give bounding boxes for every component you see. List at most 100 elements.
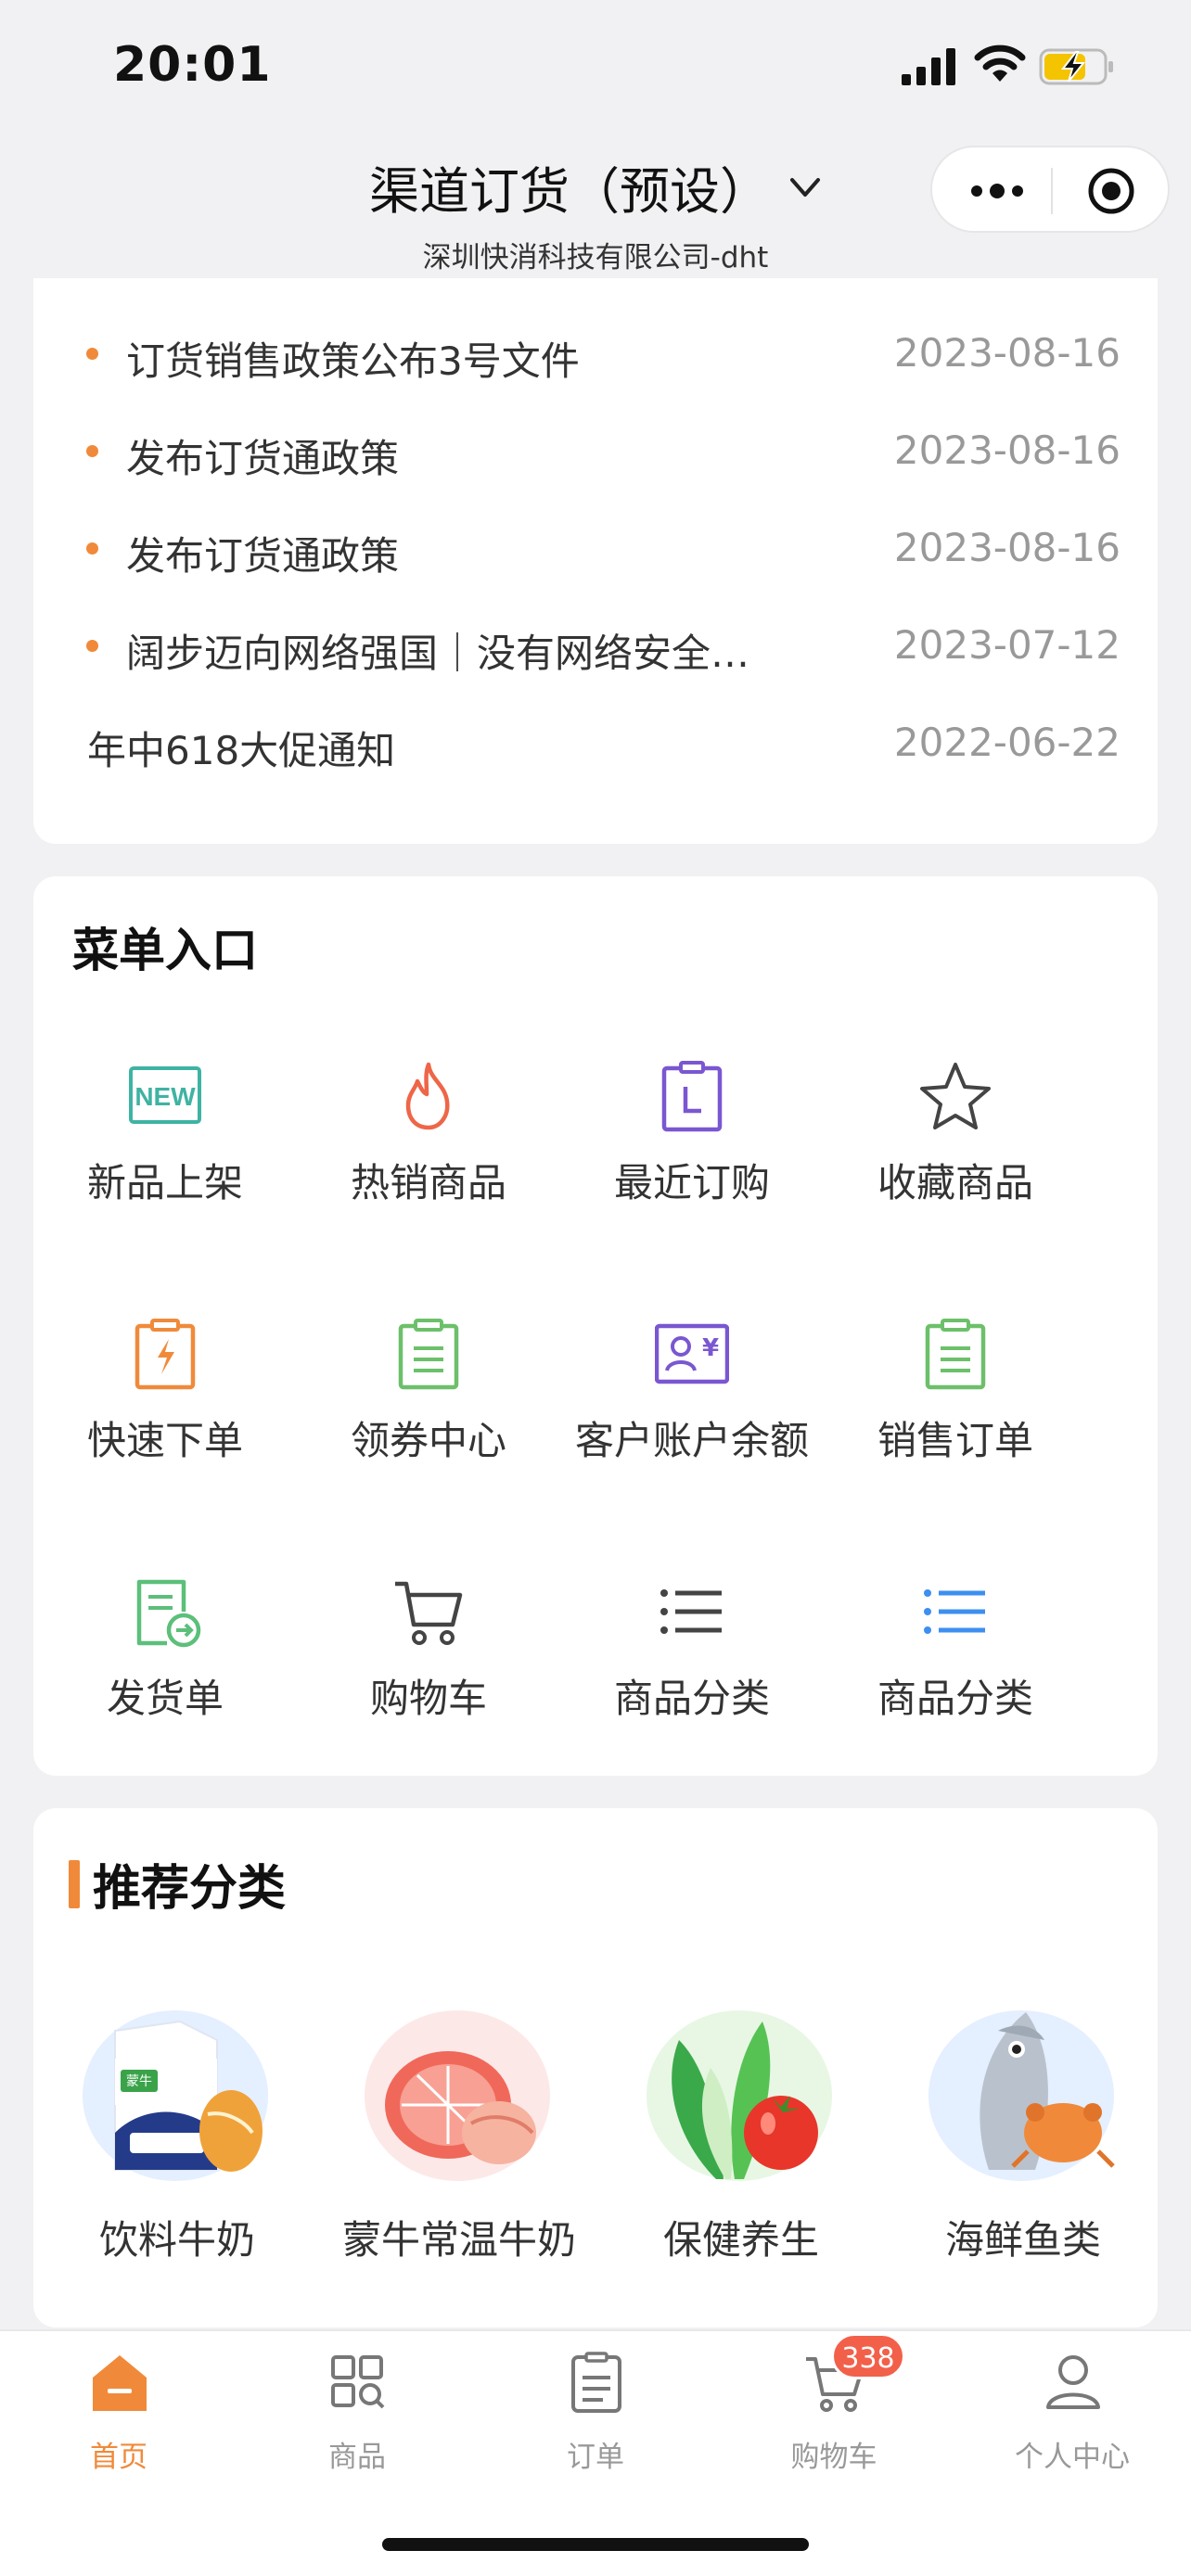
wifi-icon: [974, 45, 1026, 82]
app-screen: 20:01 渠道订货（预设） 深圳快消科技有限公司-dht 订货销售政策公布3号…: [0, 0, 1191, 2576]
status-time: 20:01: [113, 37, 272, 93]
star-icon: [920, 1063, 991, 1129]
menu-item-label: 热销商品: [350, 1160, 506, 1205]
menu-item-category-2[interactable]: 商品分类: [824, 1575, 1087, 1760]
grid-search-icon: [331, 2355, 385, 2409]
menu-item-label: 商品分类: [877, 1676, 1033, 1721]
news-title: 年中618大促通知: [87, 728, 396, 773]
svg-text:NEW: NEW: [134, 1082, 196, 1111]
news-item[interactable]: 订货销售政策公布3号文件 2023-08-16: [33, 325, 1158, 384]
header-subtitle: 深圳快消科技有限公司-dht: [422, 241, 769, 274]
recent-order-icon: [661, 1061, 723, 1132]
vegetable-tomato-image: [647, 2010, 832, 2181]
menu-item-label: 收藏商品: [877, 1160, 1033, 1205]
tab-products[interactable]: 商品: [238, 2331, 476, 2498]
news-item[interactable]: 阔步迈向网络强国｜没有网络安全… 2023-07-12: [33, 617, 1158, 676]
account-balance-icon: ¥: [655, 1323, 729, 1384]
menu-item-cart[interactable]: 购物车: [297, 1575, 560, 1760]
tab-orders[interactable]: 订单: [477, 2331, 714, 2498]
more-icon[interactable]: [969, 177, 1025, 205]
tab-label: 购物车: [790, 2441, 877, 2474]
menu-section-title: 菜单入口: [72, 924, 258, 977]
menu-item-label: 客户账户余额: [574, 1418, 809, 1463]
menu-item-label: 购物车: [369, 1676, 487, 1721]
menu-item-label: 快速下单: [86, 1418, 243, 1463]
bullet-dot: [86, 640, 98, 652]
header-title-text: 渠道订货（预设）: [369, 162, 770, 221]
news-date: 2023-08-16: [893, 525, 1121, 570]
delivery-note-icon: [136, 1579, 201, 1648]
category-label: 蒙牛常温牛奶: [341, 2217, 576, 2263]
home-icon: [93, 2355, 147, 2411]
grapefruit-image: [365, 2010, 550, 2181]
recommend-section-title: 推荐分类: [93, 1861, 287, 1917]
news-date: 2023-08-16: [893, 330, 1121, 376]
fish-crab-image: [928, 2010, 1115, 2181]
menu-item-recent-orders[interactable]: 最近订购: [560, 1059, 824, 1244]
quick-order-icon: [134, 1319, 196, 1390]
news-date: 2023-08-16: [893, 427, 1121, 473]
menu-item-delivery-note[interactable]: 发货单: [33, 1575, 297, 1760]
user-icon: [1046, 2355, 1100, 2409]
menu-item-category[interactable]: 商品分类: [560, 1575, 824, 1760]
cart-count-badge: 338: [831, 2333, 905, 2379]
category-label: 海鲜鱼类: [944, 2217, 1101, 2263]
menu-item-label: 领券中心: [350, 1418, 506, 1463]
menu-item-hot-products[interactable]: 热销商品: [297, 1059, 560, 1244]
bullet-dot: [86, 348, 98, 360]
news-date: 2022-06-22: [893, 720, 1121, 765]
menu-entry-card: 菜单入口 NEW 新品上架 热销商品 最近订购 收藏商品 快速下单 领券中心 ¥…: [33, 876, 1158, 1776]
flame-icon: [405, 1062, 450, 1130]
menu-item-quick-order[interactable]: 快速下单: [33, 1317, 297, 1502]
bullet-dot: [86, 445, 98, 457]
menu-item-sales-orders[interactable]: 销售订单: [824, 1317, 1087, 1502]
news-date: 2023-07-12: [893, 622, 1121, 668]
news-title: 发布订货通政策: [126, 533, 400, 579]
menu-item-new-products[interactable]: NEW 新品上架: [33, 1059, 297, 1244]
close-miniprogram-icon[interactable]: [1086, 166, 1136, 216]
home-indicator[interactable]: [382, 2538, 809, 2551]
news-title: 阔步迈向网络强国｜没有网络安全…: [126, 631, 750, 676]
tab-label: 个人中心: [1015, 2441, 1130, 2474]
menu-item-favorites[interactable]: 收藏商品: [824, 1059, 1087, 1244]
cart-icon: [395, 1581, 463, 1645]
list-icon: [660, 1589, 722, 1634]
capsule-divider: [1051, 168, 1053, 214]
tab-home[interactable]: 首页: [0, 2331, 237, 2498]
category-seafood[interactable]: 海鲜鱼类: [889, 1994, 1130, 2272]
coupon-clipboard-icon: [398, 1319, 459, 1390]
menu-item-account-balance[interactable]: ¥ 客户账户余额: [560, 1317, 824, 1502]
category-mengniu-milk[interactable]: 蒙牛常温牛奶: [325, 1994, 576, 2272]
sales-order-icon: [925, 1319, 986, 1390]
category-drinks-milk[interactable]: 蒙牛 饮料牛奶: [43, 1994, 284, 2272]
tab-label: 订单: [567, 2441, 624, 2474]
battery-charging-icon: [1039, 48, 1113, 85]
menu-item-label: 销售订单: [877, 1418, 1033, 1463]
status-bar: 20:01: [0, 0, 1191, 139]
new-badge-icon: NEW: [129, 1066, 201, 1124]
menu-item-label: 发货单: [106, 1676, 224, 1721]
recommend-category-card: 推荐分类 蒙牛 饮料牛奶 蒙牛常温牛奶 保健养生 海鲜鱼类: [33, 1808, 1158, 2327]
tab-profile[interactable]: 个人中心: [954, 2331, 1191, 2498]
brand-label: 蒙牛: [126, 2074, 152, 2089]
cellular-signal-icon: [902, 48, 955, 85]
news-item[interactable]: 发布订货通政策 2023-08-16: [33, 422, 1158, 481]
news-item[interactable]: 发布订货通政策 2023-08-16: [33, 519, 1158, 579]
chevron-down-icon[interactable]: [788, 171, 822, 204]
menu-item-coupon-center[interactable]: 领券中心: [297, 1317, 560, 1502]
miniprogram-capsule: [930, 146, 1170, 233]
news-item[interactable]: 年中618大促通知 2022-06-22: [33, 714, 1158, 773]
category-label: 保健养生: [662, 2217, 819, 2263]
list-blue-icon: [924, 1589, 985, 1634]
news-title: 订货销售政策公布3号文件: [126, 338, 580, 384]
bullet-dot: [86, 542, 98, 555]
menu-item-label: 商品分类: [613, 1676, 770, 1721]
category-label: 饮料牛奶: [98, 2217, 255, 2263]
menu-item-label: 新品上架: [86, 1160, 243, 1205]
category-health[interactable]: 保健养生: [607, 1994, 848, 2272]
tab-label: 首页: [90, 2441, 147, 2474]
section-accent-bar: [69, 1860, 80, 1908]
announcement-card: 订货销售政策公布3号文件 2023-08-16 发布订货通政策 2023-08-…: [33, 278, 1158, 844]
order-list-icon: [571, 2352, 621, 2413]
tab-label: 商品: [328, 2441, 386, 2474]
